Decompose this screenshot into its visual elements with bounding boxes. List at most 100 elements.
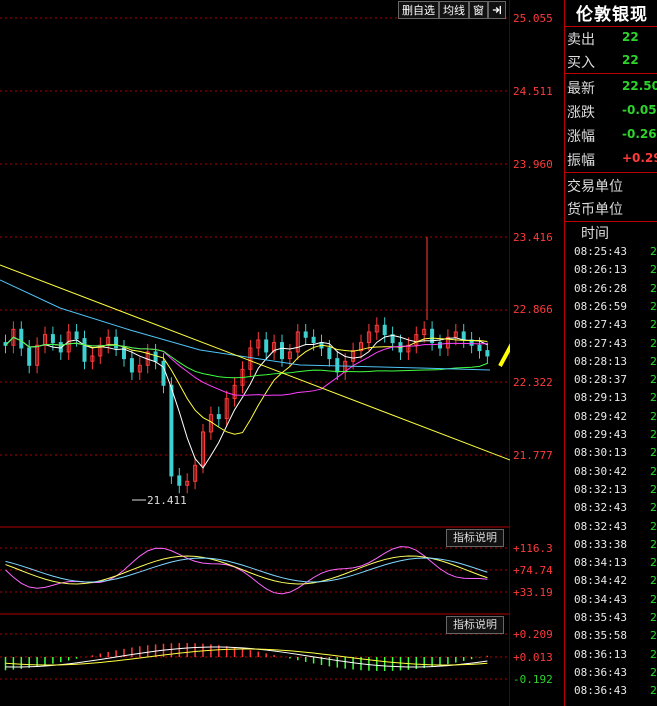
- ma10-line: [5, 336, 488, 435]
- stat-value: +0.29: [622, 151, 657, 165]
- tick-time-header: 时间: [581, 226, 609, 242]
- instrument-title: 伦敦银现: [576, 5, 648, 25]
- tick-side-value: 2: [650, 684, 657, 698]
- ma20-line: [5, 336, 488, 396]
- kline-chart-svg[interactable]: 21.411: [0, 0, 510, 706]
- tick-time: 08:34:13: [574, 556, 627, 570]
- candle: [27, 347, 32, 366]
- tick-side-value: 2: [650, 501, 657, 515]
- tick-time: 08:26:59: [574, 299, 627, 313]
- tick-time: 08:26:13: [574, 263, 627, 277]
- tick-time: 08:32:43: [574, 519, 627, 533]
- price-axis-label: 21.777: [513, 449, 553, 462]
- unit-label: 货币单位: [567, 202, 623, 218]
- ma5-line: [5, 334, 488, 469]
- quote-row: 买入 22: [567, 50, 657, 72]
- tick-time: 08:28:13: [574, 354, 627, 368]
- tick-time: 08:29:42: [574, 409, 627, 423]
- candle: [280, 342, 284, 360]
- stat-row: 最新 22.50: [567, 76, 657, 98]
- tick-side-value: 2: [650, 519, 657, 533]
- tick-time: 08:27:43: [574, 336, 627, 350]
- candle: [311, 336, 316, 344]
- indicator1-help-button[interactable]: 指标说明: [446, 529, 504, 547]
- tick-time: 08:30:42: [574, 464, 627, 478]
- divider: [565, 172, 657, 173]
- candle: [382, 324, 387, 336]
- candle: [216, 414, 221, 420]
- candle: [335, 358, 340, 373]
- indicator1-axis-label: +116.3: [513, 542, 553, 555]
- candle: [153, 351, 158, 362]
- candle: [82, 338, 87, 362]
- candle: [114, 336, 119, 349]
- divider: [565, 221, 657, 222]
- tick-time: 08:25:43: [574, 245, 627, 258]
- candle: [477, 344, 482, 352]
- unit-label: 交易单位: [567, 179, 623, 195]
- quote-label: 买入: [567, 55, 595, 71]
- tick-side-value: 2: [650, 482, 657, 496]
- tick-side-value: 2: [650, 428, 657, 441]
- tick-side-value: 2: [650, 611, 657, 624]
- candle: [19, 328, 24, 349]
- stat-value: -0.05: [622, 103, 657, 117]
- indicator2-axis-label: +0.209: [513, 628, 553, 641]
- candle: [327, 347, 332, 360]
- annotation-arrow-shaft: [498, 343, 510, 367]
- price-axis-label: 23.960: [513, 158, 553, 171]
- quote-row: 卖出 22: [567, 27, 657, 49]
- stat-label: 涨幅: [567, 129, 595, 145]
- candle: [161, 360, 166, 386]
- tick-side-value: 2: [650, 537, 657, 551]
- candle: [169, 384, 174, 477]
- price-axis-label: 22.866: [513, 303, 553, 316]
- indicator2-help-button[interactable]: 指标说明: [446, 616, 504, 634]
- tick-side-value: 2: [650, 556, 657, 570]
- candle: [438, 342, 442, 349]
- divider: [565, 73, 657, 74]
- unit-row: 货币单位: [567, 197, 657, 219]
- tick-side-value: 2: [650, 574, 657, 588]
- tick-side-value: 2: [650, 263, 657, 277]
- tick-time: 08:32:43: [574, 501, 627, 515]
- tick-side-value: 2: [650, 281, 657, 295]
- tick-time: 08:28:37: [574, 373, 627, 387]
- tick-time: 08:36:43: [574, 684, 627, 698]
- price-axis-label: 23.416: [513, 231, 553, 244]
- low-marker-label: 21.411: [147, 494, 187, 507]
- stat-label: 涨跌: [567, 105, 595, 121]
- quote-side-panel: 伦敦银现 卖出 22 买入 22 最新 22.50 涨跌 -0.05 涨幅 -0.26 振幅 +0.…: [564, 0, 657, 706]
- price-axis-label: 24.511: [513, 85, 553, 98]
- tick-time: 08:27:43: [574, 318, 627, 332]
- quote-value: 22: [622, 30, 639, 44]
- quote-label: 卖出: [567, 32, 595, 48]
- tick-side-value: 2: [650, 245, 657, 258]
- price-axis-label: 25.055: [513, 12, 553, 25]
- trendline: [0, 264, 510, 461]
- pin-right-icon[interactable]: [488, 1, 506, 19]
- window-button[interactable]: 窗: [469, 1, 488, 19]
- candle: [129, 358, 134, 373]
- candle: [461, 331, 466, 341]
- tick-time: 08:30:13: [574, 446, 627, 460]
- tick-side-value: 2: [650, 391, 657, 405]
- ma-lines-button[interactable]: 均线: [439, 1, 469, 19]
- quote-value: 22: [622, 53, 639, 67]
- tick-time: 08:35:43: [574, 611, 627, 624]
- indicator1-axis-label: +33.19: [513, 586, 553, 599]
- kline-chart-area[interactable]: 21.411 删自选 均线 窗 指标说明 指标说明: [0, 0, 510, 706]
- indicator1-axis-label: +74.74: [513, 564, 553, 577]
- candle: [177, 475, 182, 486]
- tick-side-value: 2: [650, 409, 657, 423]
- stat-row: 振幅 +0.29: [567, 148, 657, 170]
- chart-toolbar: 删自选 均线 窗: [398, 1, 506, 19]
- tick-side-value: 2: [650, 647, 657, 661]
- tick-side-value: 2: [650, 336, 657, 350]
- tick-side-value: 2: [650, 464, 657, 478]
- tick-side-value: 2: [650, 446, 657, 460]
- stat-label: 振幅: [567, 153, 595, 169]
- stat-value: 22.50: [622, 79, 657, 93]
- tick-time: 08:34:42: [574, 574, 627, 588]
- delete-watchlist-button[interactable]: 删自选: [398, 1, 439, 19]
